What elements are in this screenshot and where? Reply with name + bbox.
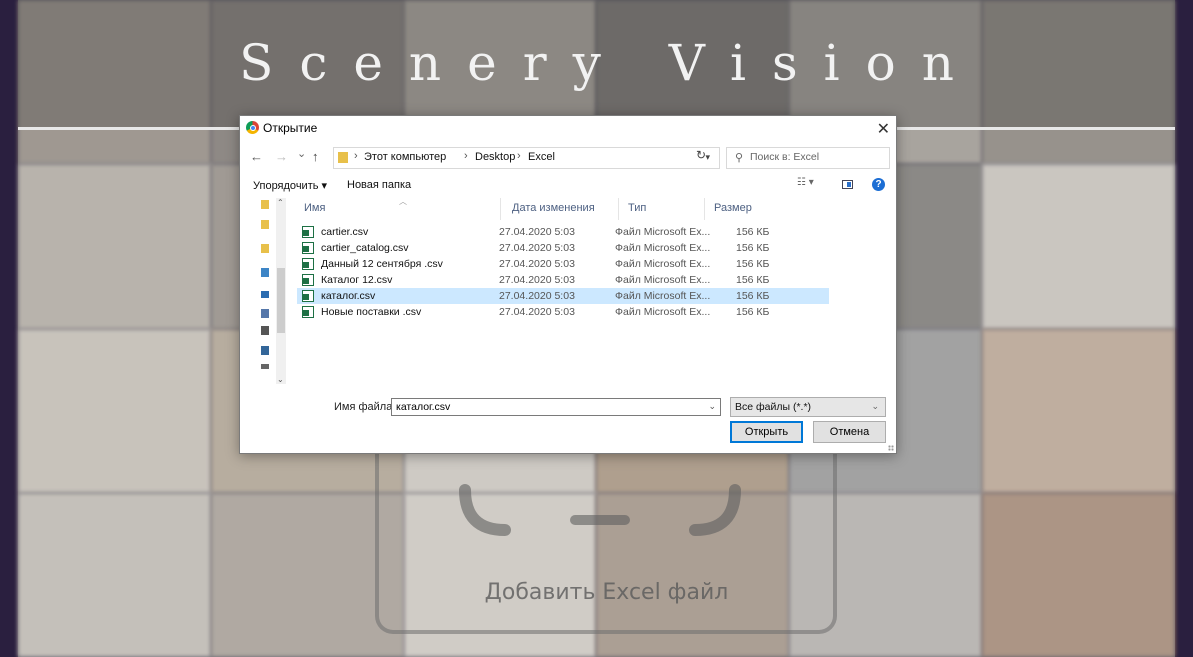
column-divider	[500, 198, 501, 220]
dialog-titlebar[interactable]: Открытие ✕	[240, 116, 896, 142]
chrome-icon	[246, 121, 259, 134]
excel-file-icon	[302, 290, 314, 302]
open-button[interactable]: Открыть	[730, 421, 803, 443]
breadcrumb-excel[interactable]: Excel	[528, 151, 555, 163]
column-header-name[interactable]: Имя	[304, 202, 325, 214]
view-options-icon[interactable]: ☷ ▾	[797, 177, 814, 188]
app-title: Scenery Vision	[239, 34, 980, 92]
file-row[interactable]: Данный 12 сентября .csv 27.04.2020 5:03 Фа…	[297, 256, 829, 272]
file-name: каталог.csv	[321, 290, 376, 302]
navigation-bar: ← → ⌄ ↑ › Этот компьютер › Desktop › Exc…	[240, 144, 896, 172]
file-name: Каталог 12.csv	[321, 274, 393, 286]
file-date: 27.04.2020 5:03	[499, 274, 575, 286]
file-date: 27.04.2020 5:03	[499, 226, 575, 238]
up-button[interactable]: ↑	[312, 149, 319, 164]
search-icon: ⚲	[735, 152, 744, 164]
column-divider	[704, 198, 705, 220]
file-date: 27.04.2020 5:03	[499, 242, 575, 254]
filename-label: Имя файла:	[334, 401, 396, 413]
column-header-date[interactable]: Дата изменения	[512, 202, 595, 214]
file-type: Файл Microsoft Ex...	[615, 242, 711, 254]
new-folder-button[interactable]: Новая папка	[347, 179, 411, 191]
file-size: 156 КБ	[736, 306, 770, 318]
forward-button[interactable]: →	[275, 149, 288, 164]
recent-locations-button[interactable]: ⌄	[297, 147, 306, 160]
chevron-right-icon: ›	[354, 150, 358, 162]
file-row[interactable]: cartier.csv 27.04.2020 5:03 Файл Microsoft…	[297, 224, 829, 240]
file-size: 156 КБ	[736, 226, 770, 238]
excel-file-icon	[302, 274, 314, 286]
file-row[interactable]: Каталог 12.csv 27.04.2020 5:03 Файл Micros…	[297, 272, 829, 288]
file-name: Данный 12 сентября .csv	[321, 258, 443, 270]
file-type: Файл Microsoft Ex...	[615, 306, 711, 318]
desktop-icon[interactable]	[261, 268, 269, 277]
nav-scrollbar-thumb[interactable]	[277, 268, 285, 333]
folder-icon[interactable]	[261, 200, 269, 209]
excel-file-icon	[302, 306, 314, 318]
dialog-toolbar: Упорядочить ▾ Новая папка ☷ ▾ ?	[240, 176, 896, 194]
folder-icon[interactable]	[261, 244, 269, 253]
back-button[interactable]: ←	[250, 149, 263, 164]
filename-input[interactable]	[392, 399, 700, 415]
downloads-icon[interactable]	[261, 326, 269, 335]
filetype-select[interactable]: Все файлы (*.*) ⌄	[730, 397, 886, 417]
chevron-down-icon: ⌄	[871, 401, 879, 411]
address-bar[interactable]: › Этот компьютер › Desktop › Excel ▾	[333, 147, 720, 169]
resize-grip[interactable]	[888, 445, 894, 451]
file-date: 27.04.2020 5:03	[499, 290, 575, 302]
file-type: Файл Microsoft Ex...	[615, 274, 711, 286]
chevron-right-icon: ›	[464, 150, 468, 162]
excel-file-icon	[302, 226, 314, 238]
file-row[interactable]: каталог.csv 27.04.2020 5:03 Файл Microsoft…	[297, 288, 829, 304]
upload-icon	[459, 484, 741, 536]
cancel-button[interactable]: Отмена	[813, 421, 886, 443]
file-row[interactable]: cartier_catalog.csv 27.04.2020 5:03 Файл M…	[297, 240, 829, 256]
sort-caret-icon: ︿	[399, 197, 407, 206]
open-file-dialog: Открытие ✕ ← → ⌄ ↑ › Этот компьютер › De…	[239, 115, 897, 454]
filetype-value: Все файлы (*.*)	[735, 401, 812, 413]
help-icon[interactable]: ?	[872, 178, 885, 191]
file-size: 156 КБ	[736, 274, 770, 286]
file-date: 27.04.2020 5:03	[499, 258, 575, 270]
file-size: 156 КБ	[736, 258, 770, 270]
drive-icon[interactable]	[261, 346, 269, 355]
chevron-right-icon: ›	[517, 150, 521, 162]
refresh-button[interactable]: ↻	[696, 148, 706, 162]
file-list: ︿ Имя Дата изменения Тип Размер cartier.…	[288, 196, 894, 386]
folder-icon	[338, 152, 348, 163]
dropzone-label[interactable]: Добавить Excel файл	[0, 580, 1193, 605]
search-box[interactable]: ⚲ Поиск в: Excel	[726, 147, 890, 169]
nav-scrollbar[interactable]: ⌃ ⌄	[276, 198, 286, 384]
file-type: Файл Microsoft Ex...	[615, 226, 711, 238]
breadcrumb-desktop[interactable]: Desktop	[475, 151, 515, 163]
close-button[interactable]: ✕	[877, 119, 890, 139]
documents-icon[interactable]	[261, 309, 269, 318]
file-type: Файл Microsoft Ex...	[615, 290, 711, 302]
dialog-title: Открытие	[263, 121, 318, 135]
this-pc-icon[interactable]	[261, 291, 269, 298]
folder-icon[interactable]	[261, 220, 269, 229]
preview-pane-icon[interactable]	[842, 180, 853, 189]
navigation-pane: ⌃ ⌄	[240, 196, 286, 386]
excel-file-icon	[302, 258, 314, 270]
file-name: Новые поставки .csv	[321, 306, 422, 318]
breadcrumb-this-pc[interactable]: Этот компьютер	[364, 151, 446, 163]
network-icon[interactable]	[261, 364, 269, 369]
column-divider	[618, 198, 619, 220]
file-name: cartier_catalog.csv	[321, 242, 409, 254]
file-size: 156 КБ	[736, 290, 770, 302]
file-date: 27.04.2020 5:03	[499, 306, 575, 318]
filename-field[interactable]: ⌄	[391, 398, 721, 416]
column-header-size[interactable]: Размер	[714, 202, 752, 214]
column-header-type[interactable]: Тип	[628, 202, 646, 214]
file-type: Файл Microsoft Ex...	[615, 258, 711, 270]
excel-file-icon	[302, 242, 314, 254]
file-row[interactable]: Новые поставки .csv 27.04.2020 5:03 Файл M…	[297, 304, 829, 320]
chevron-down-icon[interactable]: ▾	[705, 152, 710, 163]
organize-button[interactable]: Упорядочить ▾	[253, 179, 327, 192]
file-name: cartier.csv	[321, 226, 369, 238]
search-placeholder: Поиск в: Excel	[750, 151, 820, 163]
chevron-down-icon[interactable]: ⌄	[708, 401, 716, 412]
file-size: 156 КБ	[736, 242, 770, 254]
